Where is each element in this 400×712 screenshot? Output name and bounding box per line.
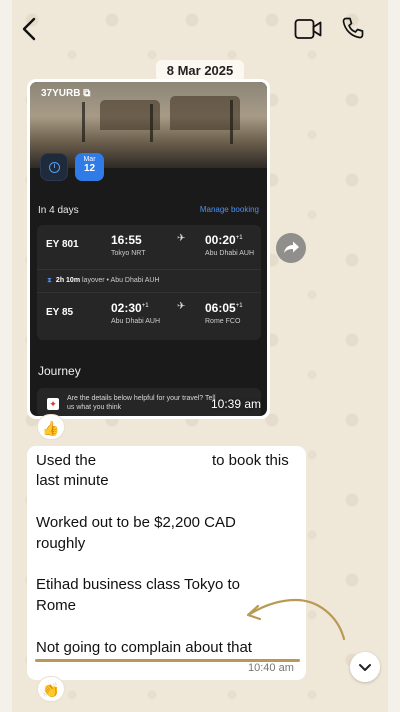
image-message-bubble[interactable]: 37YURB ⧉ i Mar 12 In 4 days Manage booki… xyxy=(27,79,270,419)
feedback-text: Are the details below helpful for your t… xyxy=(67,395,216,411)
message-line: Rome xyxy=(36,597,77,614)
message-line: last minute xyxy=(36,472,109,489)
flight-date-badge: Mar 12 xyxy=(75,153,104,181)
image-message-time: 10:39 am xyxy=(211,397,262,411)
forward-share-icon[interactable] xyxy=(276,233,306,263)
flight-row: EY 801 16:55 Tokyo NRT ✈ 00:20+1 Abu Dha… xyxy=(37,225,261,269)
badge-day: 12 xyxy=(83,163,96,174)
departure-airport: Tokyo NRT xyxy=(111,250,146,257)
departure-time: 02:30+1 xyxy=(111,301,149,315)
booking-code: 37YURB ⧉ xyxy=(41,88,91,99)
badge-month: Mar xyxy=(83,156,96,163)
message-line: Not going to complain about that xyxy=(36,639,252,656)
flight-number: EY 85 xyxy=(46,307,74,318)
redacted-area xyxy=(129,452,207,470)
message-line: to book this xyxy=(212,452,289,469)
reaction-badge[interactable]: 👏 xyxy=(37,676,65,702)
chevron-down-icon[interactable] xyxy=(350,652,380,682)
trip-countdown: In 4 days xyxy=(38,205,79,216)
copy-icon: ⧉ xyxy=(83,88,91,99)
arrival-time: 00:20+1 xyxy=(205,233,243,247)
phone-icon[interactable] xyxy=(341,16,365,40)
video-camera-icon[interactable] xyxy=(294,18,322,40)
reaction-badge[interactable]: 👍 xyxy=(37,414,65,440)
text-message-bubble[interactable]: Used the to book this last minute Worked… xyxy=(27,446,306,680)
message-line: Used the xyxy=(36,452,97,469)
booking-screenshot[interactable]: 37YURB ⧉ i Mar 12 In 4 days Manage booki… xyxy=(30,82,267,416)
manage-booking-link: Manage booking xyxy=(199,205,259,214)
flight-number: EY 801 xyxy=(46,239,79,250)
journey-title: Journey xyxy=(38,364,81,378)
airplane-icon: ✈ xyxy=(177,301,186,312)
departure-airport: Abu Dhabi AUH xyxy=(111,318,161,325)
message-line: Worked out to be $2,200 CAD xyxy=(36,514,236,531)
annotation-arrow-icon xyxy=(246,598,346,641)
arrival-airport: Rome FCO xyxy=(205,318,241,325)
chat-header xyxy=(0,0,400,60)
flight-row: EY 85 02:30+1 Abu Dhabi AUH ✈ 06:05+1 Ro… xyxy=(37,293,261,337)
frame-border-right xyxy=(388,0,400,712)
message-line: roughly xyxy=(36,535,86,552)
text-message-time: 10:40 am xyxy=(248,662,294,674)
info-icon: i xyxy=(49,162,60,173)
info-button: i xyxy=(40,153,68,181)
airplane-icon: ✈ xyxy=(177,233,186,244)
frame-border-left xyxy=(0,0,12,712)
message-line: Etihad business class Tokyo to xyxy=(36,576,241,593)
arrival-airport: Abu Dhabi AUH xyxy=(205,250,255,257)
departure-time: 16:55 xyxy=(111,233,142,247)
hourglass-icon: ⧗ xyxy=(47,277,52,284)
feedback-icon: ✦ xyxy=(47,398,59,410)
flights-card: EY 801 16:55 Tokyo NRT ✈ 00:20+1 Abu Dha… xyxy=(37,225,261,340)
chevron-left-icon[interactable] xyxy=(18,16,42,42)
layover-row: ⧗ 2h 10m layover • Abu Dhabi AUH xyxy=(37,269,261,293)
arrival-time: 06:05+1 xyxy=(205,301,243,315)
